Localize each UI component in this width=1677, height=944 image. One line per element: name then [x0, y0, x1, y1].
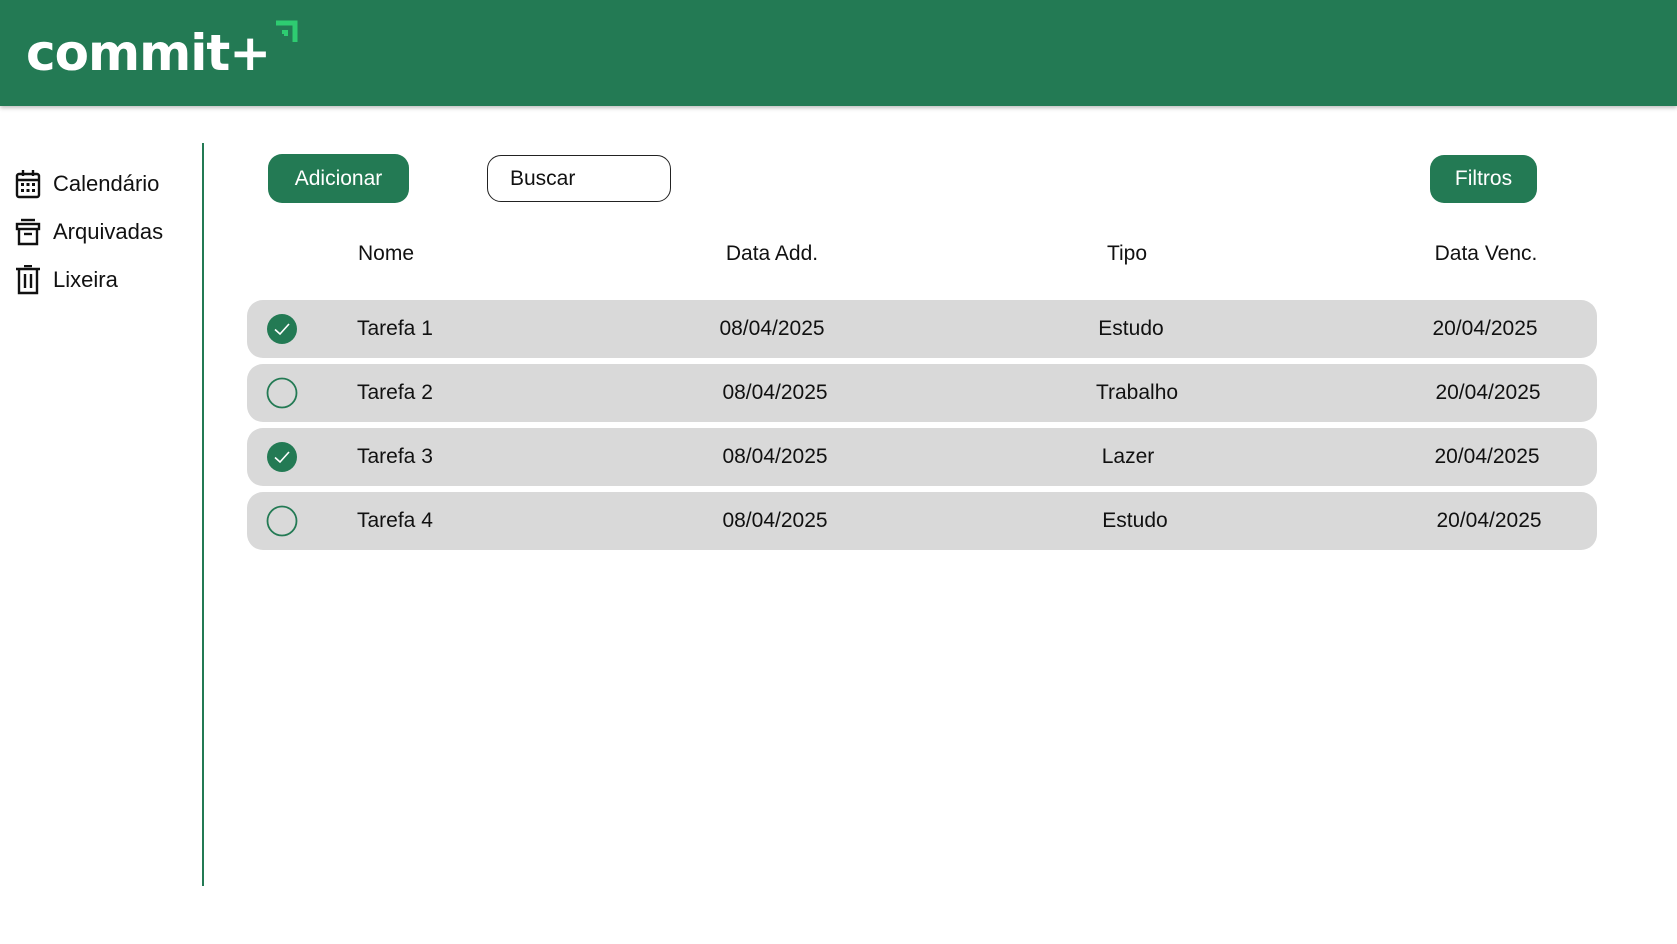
sidebar-item-label: Calendário: [53, 171, 160, 196]
trash-icon: [14, 264, 42, 296]
logo[interactable]: commit+: [26, 18, 298, 88]
column-header-tipo: Tipo: [1106, 242, 1148, 265]
task-date-added: 08/04/2025: [722, 509, 828, 532]
checked-circle-icon[interactable]: [266, 313, 298, 345]
archive-icon: [14, 216, 42, 248]
search-input[interactable]: [487, 155, 671, 202]
task-due-date: 20/04/2025: [1434, 445, 1540, 468]
sidebar-item-arquivadas[interactable]: Arquivadas: [0, 208, 200, 256]
table-row[interactable]: Tarefa 1 08/04/2025 Estudo 20/04/2025: [247, 300, 1597, 358]
task-name: Tarefa 4: [357, 509, 433, 532]
table-row[interactable]: Tarefa 3 08/04/2025 Lazer 20/04/2025: [247, 428, 1597, 486]
add-button[interactable]: Adicionar: [268, 154, 409, 203]
unchecked-circle-icon[interactable]: [266, 505, 298, 537]
table-row[interactable]: Tarefa 2 08/04/2025 Trabalho 20/04/2025: [247, 364, 1597, 422]
sidebar-item-label: Arquivadas: [53, 219, 164, 244]
sidebar-item-lixeira[interactable]: Lixeira: [0, 256, 200, 304]
filters-button[interactable]: Filtros: [1430, 155, 1537, 203]
checked-circle-icon[interactable]: [266, 441, 298, 473]
column-header-nome: Nome: [357, 242, 415, 265]
sidebar-item-label: Lixeira: [53, 267, 118, 292]
column-header-data-venc: Data Venc.: [1434, 242, 1538, 265]
logo-text: commit+: [26, 24, 271, 82]
task-date-added: 08/04/2025: [722, 381, 828, 404]
task-list: Tarefa 1 08/04/2025 Estudo 20/04/2025 Ta…: [247, 300, 1597, 556]
task-type: Trabalho: [1095, 381, 1179, 404]
task-date-added: 08/04/2025: [722, 445, 828, 468]
task-due-date: 20/04/2025: [1436, 509, 1542, 532]
sidebar: Calendário Arquivadas Lixeira: [0, 160, 200, 304]
task-type: Lazer: [1101, 445, 1155, 468]
sidebar-item-calendario[interactable]: Calendário: [0, 160, 200, 208]
app-header: commit+: [0, 0, 1677, 106]
arrow-up-right-icon: [276, 20, 298, 42]
table-row[interactable]: Tarefa 4 08/04/2025 Estudo 20/04/2025: [247, 492, 1597, 550]
task-date-added: 08/04/2025: [719, 317, 825, 340]
task-type: Estudo: [1098, 317, 1164, 340]
column-header-data-add: Data Add.: [725, 242, 819, 265]
task-due-date: 20/04/2025: [1435, 381, 1541, 404]
task-type: Estudo: [1102, 509, 1168, 532]
task-name: Tarefa 2: [357, 381, 433, 404]
sidebar-divider: [202, 143, 204, 886]
task-name: Tarefa 1: [357, 317, 433, 340]
calendar-icon: [14, 168, 42, 200]
unchecked-circle-icon[interactable]: [266, 377, 298, 409]
task-name: Tarefa 3: [357, 445, 433, 468]
task-due-date: 20/04/2025: [1432, 317, 1538, 340]
